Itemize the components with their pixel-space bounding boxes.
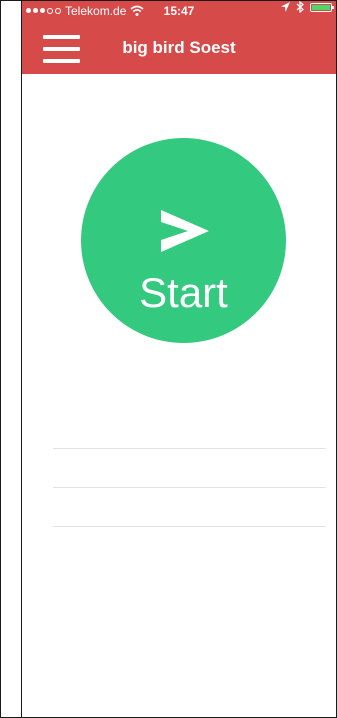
chevron-right-icon	[161, 210, 209, 252]
hamburger-menu-icon[interactable]	[43, 35, 80, 63]
list-row-divider	[53, 487, 326, 488]
status-bar: Telekom.de 15:47	[22, 1, 336, 21]
app-header: Telekom.de 15:47 big bird Soest	[22, 1, 336, 74]
navigation-bar: big bird Soest	[22, 21, 336, 74]
list-row-divider	[53, 448, 326, 449]
device-frame: Telekom.de 15:47 big bird Soest Start	[0, 0, 337, 718]
start-button-label: Start	[139, 269, 228, 316]
bluetooth-icon	[296, 1, 304, 13]
status-right-group	[281, 1, 334, 13]
battery-icon	[310, 2, 334, 12]
start-button[interactable]: Start	[81, 138, 286, 343]
list-row-divider	[53, 526, 326, 527]
location-arrow-icon	[281, 2, 290, 12]
screen-edge-line	[21, 1, 22, 717]
battery-level-fill	[312, 4, 330, 10]
